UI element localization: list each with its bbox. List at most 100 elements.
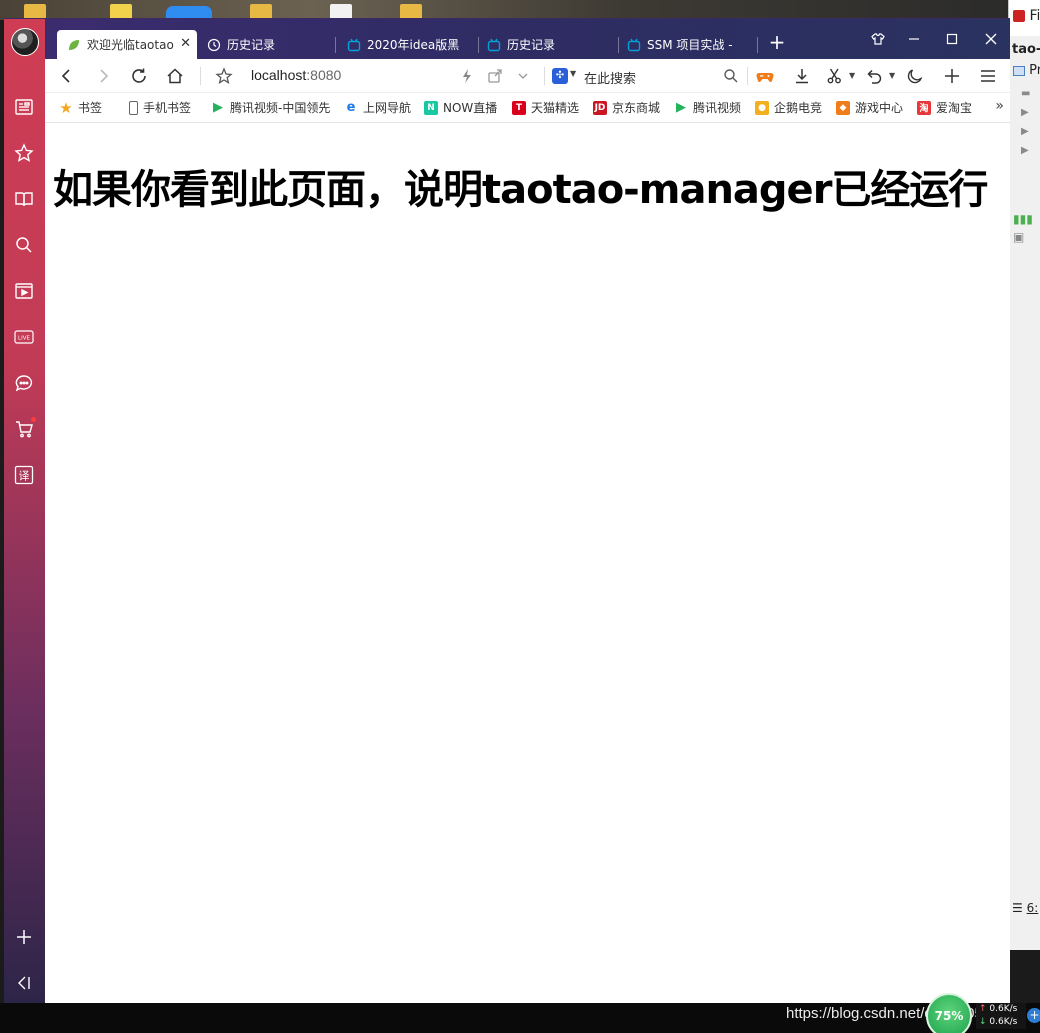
expand-arrow-icon[interactable]: ▶ [1009,137,1040,156]
bookmark-label: 游戏中心 [855,101,904,115]
engine-dropdown-caret-icon[interactable]: ▼ [570,69,576,78]
book-icon[interactable] [14,189,34,209]
bookmark-item-tencent-video[interactable]: ▶ 腾讯视频 [674,99,741,116]
taobao-icon: 淘 [917,100,931,115]
bookmark-item-taobao[interactable]: 淘 爱淘宝 [917,99,972,116]
network-monitor-badge[interactable]: 75% [926,993,972,1033]
share-icon[interactable] [485,66,505,86]
clock-icon [207,38,221,51]
ide-image-icon[interactable]: ▣ [1009,226,1040,244]
back-button[interactable] [57,66,77,86]
upload-speed: 0.6K/s [989,1004,1018,1014]
menu-icon[interactable] [978,66,998,86]
bookmark-item-navigation[interactable]: e 上网导航 [344,99,411,116]
page-content: 如果你看到此页面，说明taotao-manager已经运行 [45,123,1010,1004]
phone-icon [129,100,138,115]
tab-label: 欢迎光临taotao [87,38,174,52]
undo-dropdown-caret-icon[interactable]: ▼ [889,71,895,80]
desktop-background [0,0,1040,20]
night-mode-moon-icon[interactable] [905,66,925,86]
baidu-search-engine-icon[interactable]: ✣ [552,68,568,84]
shopping-cart-icon[interactable] [14,417,36,439]
game-controller-icon[interactable] [755,66,775,86]
skin-icon[interactable] [868,29,888,49]
tab-ssm-project[interactable]: SSM 项目实战 - [617,30,753,59]
close-window-button[interactable] [981,29,1001,49]
address-host: localhost [251,67,307,83]
undo-icon[interactable] [864,66,884,86]
bookmark-item-tencent-video-home[interactable]: ▶ 腾讯视频-中国领先 [211,99,331,116]
bookmark-label: 京东商城 [612,101,661,115]
download-speed: 0.6K/s [989,1017,1018,1027]
tab-label: 2020年idea版黑 [367,38,460,52]
collapse-sidebar-icon[interactable] [14,973,34,993]
news-icon[interactable] [14,97,34,117]
add-icon[interactable] [14,927,34,947]
bookmark-item-mobile[interactable]: 手机书签 [129,99,191,116]
bookmark-label: 书签 [78,101,103,115]
bilibili-icon [627,38,641,51]
bookmark-label: 企鹅电竞 [774,101,823,115]
bookmark-item-now-live[interactable]: N NOW直播 [424,99,497,116]
bookmark-item-esports[interactable]: ● 企鹅电竞 [755,99,822,116]
tab-separator [757,37,758,53]
video-icon[interactable] [14,281,34,301]
divider [200,67,201,85]
bookmark-item-bookmarks[interactable]: ★ 书签 [59,99,103,117]
add-icon[interactable] [942,66,962,86]
tab-label: 历史记录 [227,38,276,52]
ide-panel-label: Pr [1029,63,1040,78]
tab-history[interactable]: 历史记录 [197,30,333,59]
jd-icon: JD [593,100,607,115]
ide-bottom-toolbar[interactable]: ☰ 6: [1008,893,1040,950]
search-input[interactable]: 在此搜索 [584,68,636,87]
browser-window: LIVE 译 欢迎光临taotao ✕ 历史记录 2020年idea版黑 历史记… [4,18,1010,1004]
tab-idea-video[interactable]: 2020年idea版黑 [337,30,477,59]
live-icon[interactable]: LIVE [14,327,34,347]
tab-separator [335,37,336,53]
tencent-video-icon: ▶ [676,100,686,115]
more-bookmarks-chevron-icon[interactable]: » [995,98,1004,114]
home-button[interactable] [165,66,185,86]
address-bar[interactable]: localhost:8080 [251,67,341,83]
tab-welcome[interactable]: 欢迎光临taotao ✕ [57,30,197,59]
screenshot-dropdown-caret-icon[interactable]: ▼ [849,71,855,80]
bookmark-star-icon[interactable] [214,66,234,86]
bookmark-item-jd[interactable]: JD 京东商城 [593,99,660,116]
lightning-icon[interactable] [457,66,477,86]
translate-icon[interactable]: 译 [14,465,34,485]
bilibili-icon [347,38,361,51]
ide-app-icon [1013,10,1025,22]
tab-history-2[interactable]: 历史记录 [477,30,617,59]
scissors-icon[interactable] [825,66,845,86]
add-icon[interactable]: + [1027,1008,1040,1023]
forward-button[interactable] [93,66,113,86]
ide-menu-file[interactable]: File [1029,8,1040,24]
avatar[interactable] [11,28,39,56]
chat-icon[interactable] [14,373,34,393]
favorites-star-icon[interactable] [14,143,34,163]
ide-chart-icon[interactable]: ▮▮▮ [1009,208,1040,226]
ide-project-panel-tab[interactable]: Pr [1009,57,1040,78]
ide-menu-bar: File [1009,0,1040,36]
maximize-button[interactable] [942,29,962,49]
minimize-button[interactable] [904,29,924,49]
download-icon[interactable] [792,66,812,86]
bookmark-item-tmall[interactable]: T 天猫精选 [512,99,579,116]
browser-sidebar: LIVE 译 [4,19,45,1004]
expand-arrow-icon[interactable]: ▶ [1009,99,1040,118]
folder-icon[interactable]: ▬ [1009,78,1040,99]
bookmark-label: 上网导航 [363,101,412,115]
chevron-down-icon[interactable] [513,66,533,86]
new-tab-button[interactable]: + [767,32,787,53]
upload-arrow-icon: ↑ [979,1004,987,1014]
reload-button[interactable] [129,66,149,86]
bookmark-item-game-center[interactable]: ◆ 游戏中心 [836,99,903,116]
tab-label: SSM 项目实战 - [647,38,733,52]
expand-arrow-icon[interactable]: ▶ [1009,118,1040,137]
close-icon[interactable]: ✕ [180,36,191,51]
search-icon[interactable] [14,235,34,255]
tab-label: 历史记录 [507,38,556,52]
search-icon[interactable] [721,66,741,86]
now-icon: N [424,100,438,115]
